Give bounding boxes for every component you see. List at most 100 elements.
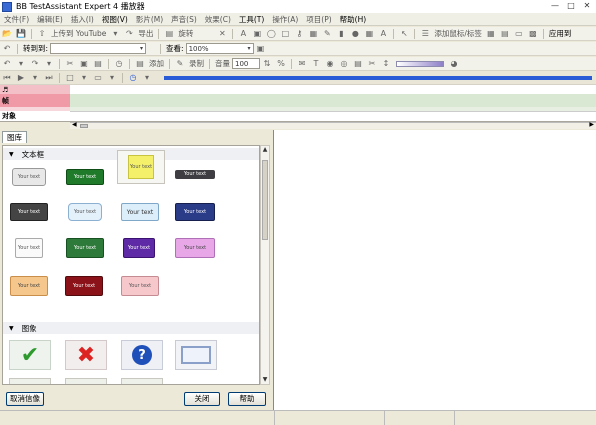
dropdown-arrow-icon[interactable]: ▾ (142, 73, 152, 83)
frame-icon[interactable]: □ (65, 73, 75, 83)
cancel-image-button[interactable]: 取消信像 (6, 392, 44, 406)
monitor-icon[interactable]: ▭ (514, 29, 524, 39)
gallery-item-box-white[interactable]: Your text (11, 234, 47, 262)
gallery-item-partial[interactable] (9, 378, 51, 384)
menu-sound[interactable]: 声音(S) (167, 14, 201, 25)
scroll-down-icon[interactable]: ▼ (261, 376, 269, 384)
export-icon[interactable]: ↷ (124, 29, 134, 39)
ellipse-tool-icon[interactable]: ◯ (266, 29, 276, 39)
dropdown-arrow-icon[interactable]: ▾ (44, 59, 54, 69)
copy-icon[interactable]: ▣ (79, 59, 89, 69)
help-button[interactable]: 帮助 (228, 392, 266, 406)
maximize-icon[interactable]: □ (564, 0, 578, 11)
gallery-item-callout-gray[interactable]: Your text (9, 164, 49, 190)
close-button[interactable]: 关闭 (184, 392, 220, 406)
layout-icon[interactable]: ▤ (500, 29, 510, 39)
apply-to-button[interactable]: 应用到 (549, 28, 572, 39)
gallery-item-partial[interactable] (65, 378, 107, 384)
menu-movie[interactable]: 影片(M) (132, 14, 167, 25)
timeline-frame-track[interactable] (70, 94, 596, 107)
dropdown-arrow-icon[interactable]: ▾ (16, 59, 26, 69)
pointer-icon[interactable]: ↖ (399, 29, 409, 39)
grid-icon[interactable]: ▦ (486, 29, 496, 39)
frame-tool-icon[interactable]: ▦ (308, 29, 318, 39)
image-tool-icon[interactable]: ▣ (252, 29, 262, 39)
gallery-item-cross[interactable]: ✖ (65, 340, 107, 370)
add-icon[interactable]: ▤ (135, 59, 145, 69)
scissors-icon[interactable]: ✂ (367, 59, 377, 69)
paste-icon[interactable]: ▤ (93, 59, 103, 69)
speed-icon[interactable]: ◕ (449, 59, 459, 69)
add-mouse-button[interactable]: 添加鼠标/标签 (434, 28, 482, 39)
speed-slider[interactable] (396, 60, 444, 67)
back-icon[interactable]: ↶ (2, 44, 12, 54)
highlight-tool-icon[interactable]: ▮ (336, 29, 346, 39)
save-icon[interactable]: 💾 (16, 29, 26, 39)
gallery-item-frame[interactable] (175, 340, 217, 370)
gallery-item-bar-dark[interactable]: Your text (173, 164, 217, 184)
menu-view[interactable]: 视图(V) (98, 14, 132, 25)
gallery-vscroll[interactable]: ▲ ▼ (260, 145, 270, 385)
screen-icon[interactable]: ▭ (93, 73, 103, 83)
gallery-item-box-darkred[interactable]: Your text (63, 272, 105, 300)
scroll-right-icon[interactable]: ▶ (589, 121, 594, 128)
fit-icon[interactable]: ▣ (256, 44, 266, 54)
export-button[interactable]: 导出 (138, 28, 153, 39)
gallery-item-callout-lightblue[interactable]: Your text (65, 198, 105, 226)
menu-actions[interactable]: 操作(A) (268, 14, 302, 25)
record-icon[interactable]: ✎ (175, 59, 185, 69)
goto-combo[interactable]: ▾ (50, 43, 147, 54)
menu-help[interactable]: 帮助(H) (336, 14, 371, 25)
scroll-thumb[interactable] (262, 160, 268, 240)
text-tool-icon[interactable]: A (238, 29, 248, 39)
zoom-combo[interactable]: 100% ▾ (185, 43, 254, 54)
canvas-panel[interactable] (273, 130, 596, 424)
scroll-up-icon[interactable]: ▲ (261, 146, 269, 154)
close-icon[interactable]: ✕ (580, 0, 594, 11)
panel-icon[interactable]: ▩ (528, 29, 538, 39)
menu-file[interactable]: 文件(F) (0, 14, 33, 25)
menu-insert[interactable]: 插入(I) (67, 14, 98, 25)
rotate-icon[interactable]: ▤ (164, 29, 174, 39)
section-image-header[interactable]: ▼ 图象 (3, 322, 259, 334)
text-icon[interactable]: T (311, 59, 321, 69)
pen-tool-icon[interactable]: ✎ (322, 29, 332, 39)
spin-icon[interactable]: ⇅ (262, 59, 272, 69)
clock-icon[interactable]: ◷ (114, 59, 124, 69)
gallery-item-box-lightpink[interactable]: Your text (119, 272, 161, 300)
rect-tool-icon[interactable]: □ (280, 29, 290, 39)
dropdown-arrow-icon[interactable]: ▾ (107, 73, 117, 83)
record-button[interactable]: 录制 (189, 58, 204, 69)
move-icon[interactable]: ↕ (381, 59, 391, 69)
gallery-item-question[interactable]: ? (121, 340, 163, 370)
split-icon[interactable]: ▤ (353, 59, 363, 69)
add-mouse-icon[interactable]: ☰ (420, 29, 430, 39)
play-icon[interactable]: ▶ (16, 73, 26, 83)
key-tool-icon[interactable]: ⚷ (294, 29, 304, 39)
minimize-icon[interactable]: — (548, 0, 562, 11)
collapse-icon[interactable]: ▼ (9, 325, 14, 332)
gallery-item-callout-dark[interactable]: Your text (7, 198, 51, 226)
add-button[interactable]: 添加 (149, 58, 164, 69)
delete-icon[interactable]: ✕ (217, 29, 227, 39)
font-tool-icon[interactable]: A (378, 29, 388, 39)
gallery-item-check[interactable]: ✔ (9, 340, 51, 370)
gallery-item-box-navy[interactable]: Your text (173, 198, 217, 226)
drop-tool-icon[interactable]: ● (350, 29, 360, 39)
upload-icon[interactable]: ⇧ (37, 29, 47, 39)
menu-effects[interactable]: 效果(C) (201, 14, 235, 25)
menu-edit[interactable]: 编辑(E) (33, 14, 67, 25)
cut-icon[interactable]: ✂ (65, 59, 75, 69)
gallery-item-callout-green[interactable]: Your text (63, 164, 107, 190)
clock-icon[interactable]: ◷ (128, 73, 138, 83)
upload-youtube-button[interactable]: 上传到 YouTube (51, 28, 106, 39)
scroll-left-icon[interactable]: ◀ (72, 121, 77, 128)
timeline-object-track[interactable] (70, 111, 596, 121)
prev-icon[interactable]: ⏮ (2, 73, 12, 83)
gallery-item-callout-green2[interactable]: Your text (63, 234, 107, 262)
gallery-item-note-yellow[interactable]: Your text (117, 150, 165, 184)
menu-tools[interactable]: 工具(T) (235, 14, 268, 25)
scroll-thumb[interactable] (80, 124, 88, 128)
target-icon[interactable]: ◎ (339, 59, 349, 69)
gallery-item-callout-purple[interactable]: Your text (119, 234, 159, 262)
